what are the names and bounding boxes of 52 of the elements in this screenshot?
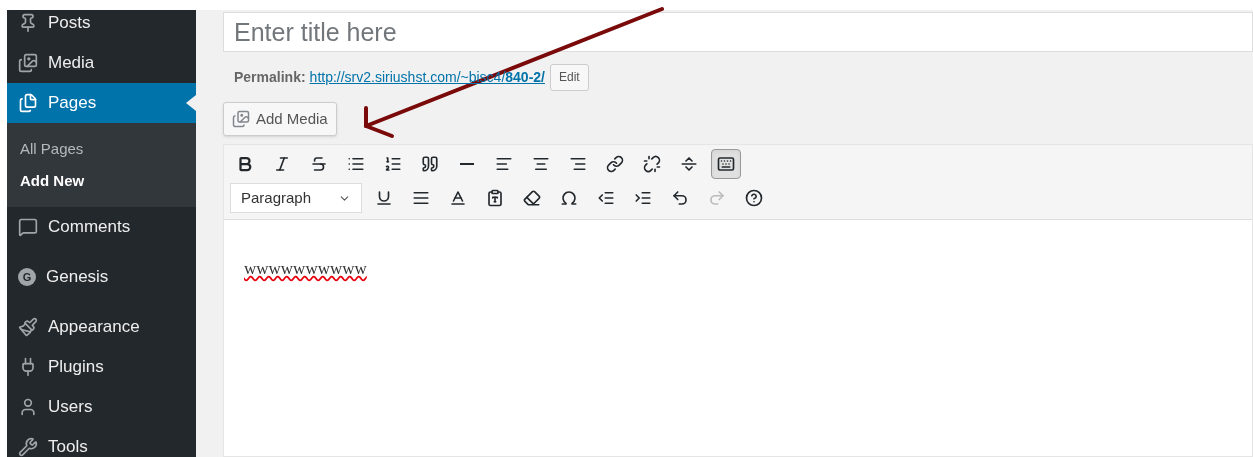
- media-icon: [232, 110, 250, 128]
- submenu-item[interactable]: Add New: [7, 165, 196, 197]
- sidebar-menu-item[interactable]: Tools: [7, 427, 196, 457]
- user-icon: [18, 397, 38, 417]
- horizontal-line-icon: [460, 163, 474, 165]
- numbered-list-icon: [384, 155, 402, 173]
- sidebar-menu-item[interactable]: G Genesis: [7, 257, 196, 297]
- eraser-icon: [523, 189, 541, 207]
- sidebar-menu-item[interactable]: Plugins: [7, 347, 196, 387]
- toolbar-button[interactable]: [711, 149, 741, 179]
- pin-icon: [18, 13, 38, 33]
- wrench-icon: [18, 437, 38, 457]
- paintbrush-icon: [18, 317, 38, 337]
- italic-icon: [273, 155, 291, 173]
- text-color-icon: [449, 189, 467, 207]
- justify-icon: [412, 189, 430, 207]
- align-center-icon: [532, 155, 550, 173]
- permalink-label: Permalink:: [234, 67, 306, 87]
- keyboard-icon: [717, 155, 735, 173]
- help-icon: [745, 189, 763, 207]
- sidebar-menu-item[interactable]: Posts: [7, 10, 196, 43]
- redo-icon: [708, 189, 726, 207]
- bulleted-list-icon: [347, 155, 365, 173]
- sidebar-menu-item[interactable]: Users: [7, 387, 196, 427]
- align-right-icon: [569, 155, 587, 173]
- title-field[interactable]: Enter title here: [223, 12, 1253, 52]
- clipboard-icon: [486, 189, 504, 207]
- submenu-item[interactable]: All Pages: [7, 133, 196, 165]
- sidebar-menu-item[interactable]: Media: [7, 43, 196, 83]
- align-left-icon: [495, 155, 513, 173]
- outdent-icon: [597, 189, 615, 207]
- sidebar-menu-item[interactable]: Appearance: [7, 307, 196, 347]
- sidebar-menu-item[interactable]: Comments: [7, 207, 196, 247]
- speech-bubble-icon: [18, 217, 38, 237]
- read-more-icon: [680, 155, 698, 173]
- underline-icon: [375, 189, 393, 207]
- unlink-icon: [643, 155, 661, 173]
- format-dropdown[interactable]: Paragraph: [230, 183, 362, 213]
- omega-icon: [560, 189, 578, 207]
- media-icon: [18, 53, 38, 73]
- strikethrough-icon: [310, 155, 328, 173]
- edit-button[interactable]: Edit: [550, 63, 589, 91]
- pages-icon: [18, 93, 38, 113]
- undo-icon: [671, 189, 689, 207]
- link-icon: [606, 155, 624, 173]
- indent-icon: [634, 189, 652, 207]
- editor-text: wwwwwwwwww: [244, 259, 367, 278]
- add-media-button[interactable]: Add Media: [223, 102, 337, 136]
- sidebar-menu-item[interactable]: Pages: [7, 83, 196, 123]
- circle-letter-icon: G: [18, 268, 36, 286]
- quote-icon: [421, 155, 439, 173]
- bold-icon: [236, 155, 254, 173]
